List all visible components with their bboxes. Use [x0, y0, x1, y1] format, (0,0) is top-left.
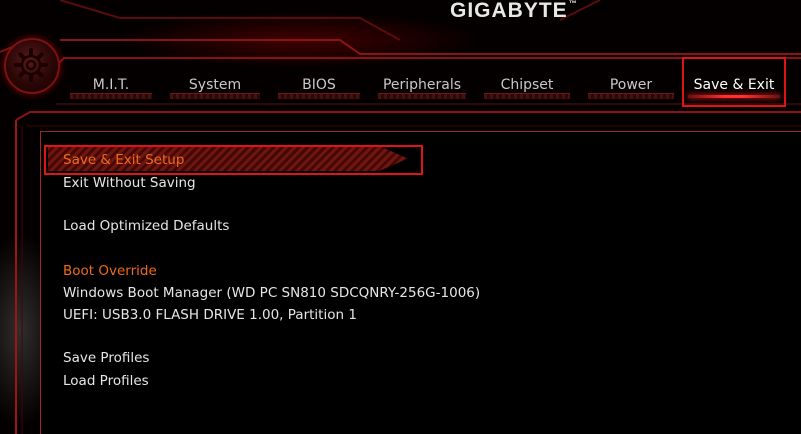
tab-underline — [484, 93, 570, 99]
tab-underline — [688, 95, 780, 98]
boot-option-windows-boot-manager[interactable]: Windows Boot Manager (WD PC SN810 SDCQNR… — [63, 285, 480, 301]
trademark-mark: ™ — [568, 0, 578, 8]
tab-label: System — [188, 77, 242, 93]
tab-bios[interactable]: BIOS — [272, 60, 366, 108]
tab-chipset[interactable]: Chipset — [478, 60, 576, 108]
tab-label: M.I.T. — [92, 77, 130, 93]
tab-power[interactable]: Power — [582, 60, 680, 108]
tab-peripherals[interactable]: Peripherals — [372, 60, 472, 108]
tab-system[interactable]: System — [164, 60, 266, 108]
menu-item-load-optimized-defaults[interactable]: Load Optimized Defaults — [63, 218, 229, 234]
tab-bar: M.I.T. System BIOS Peripherals Chipset P… — [64, 57, 794, 112]
menu-item-exit-without-saving[interactable]: Exit Without Saving — [63, 175, 196, 191]
menu-item-save-exit-setup[interactable]: Save & Exit Setup — [44, 145, 423, 175]
tab-save-exit[interactable]: Save & Exit — [682, 57, 786, 108]
tab-label: Power — [609, 77, 653, 93]
tab-underline — [278, 93, 360, 99]
menu-item-label: Save & Exit Setup — [63, 152, 185, 168]
brand-name: GIGABYTE — [450, 0, 568, 22]
bios-screen: GIGABYTE™ M.I.T. System BIOS Peripherals… — [0, 0, 801, 434]
gear-icon[interactable] — [4, 38, 60, 94]
menu-item-save-profiles[interactable]: Save Profiles — [63, 350, 149, 366]
tab-label: Peripherals — [382, 77, 462, 93]
boot-option-uefi-usb[interactable]: UEFI: USB3.0 FLASH DRIVE 1.00, Partition… — [63, 307, 357, 323]
tab-underline — [588, 93, 674, 99]
tab-label: BIOS — [302, 77, 336, 93]
menu-item-load-profiles[interactable]: Load Profiles — [63, 373, 149, 389]
boot-override-heading: Boot Override — [63, 263, 157, 279]
tab-mit[interactable]: M.I.T. — [64, 60, 158, 108]
brand-logo: GIGABYTE™ — [450, 0, 578, 23]
gear-icon-glyph — [14, 48, 48, 82]
tab-underline — [70, 93, 152, 99]
tab-label: Chipset — [500, 77, 554, 93]
tab-underline — [378, 93, 466, 99]
tab-label: Save & Exit — [693, 77, 775, 93]
tab-underline — [170, 93, 260, 99]
